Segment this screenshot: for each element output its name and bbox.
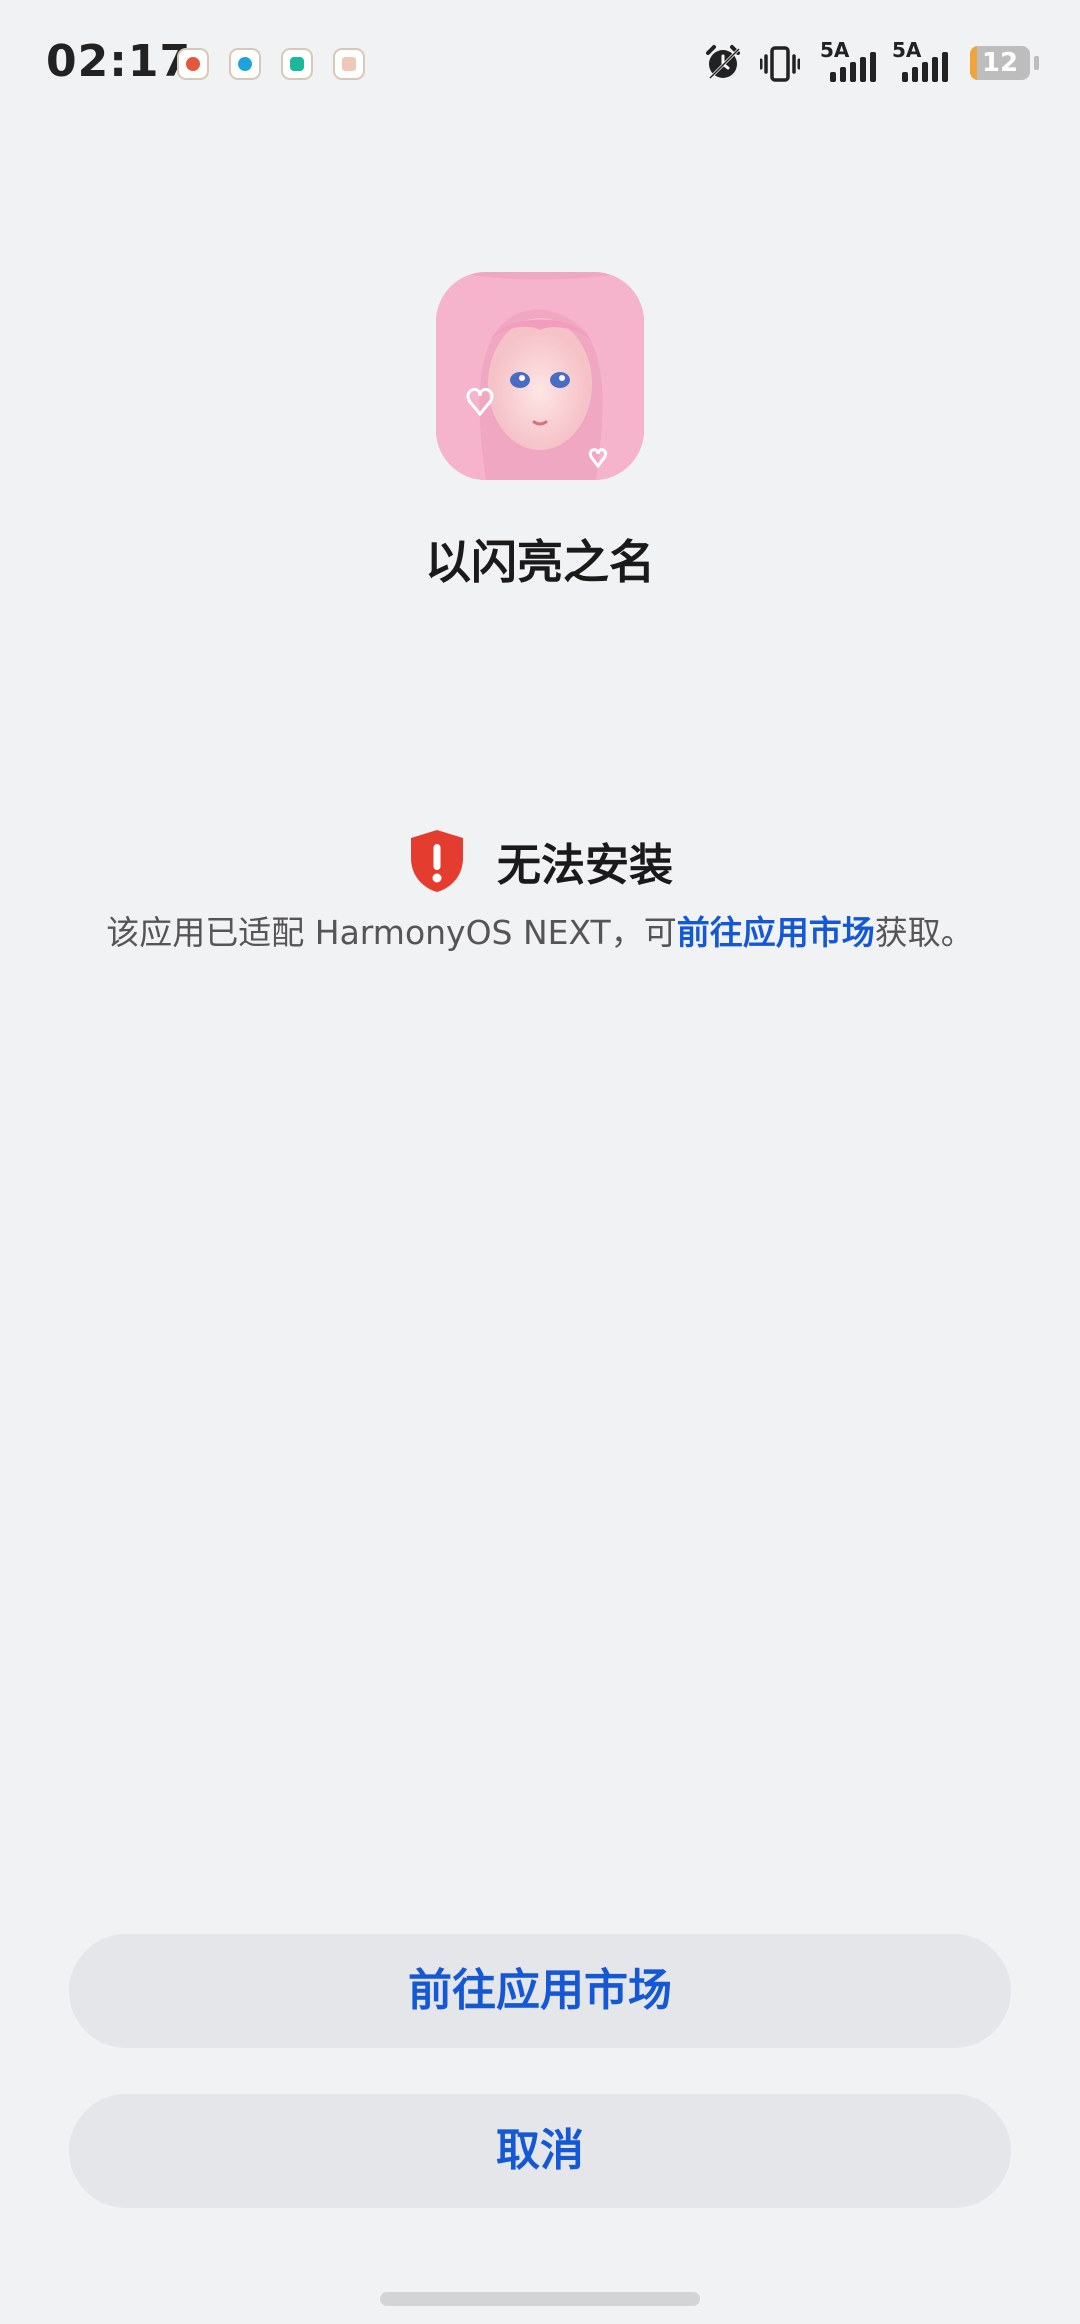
home-indicator[interactable] xyxy=(380,2292,700,2306)
warning-desc-prefix: 该应用已适配 HarmonyOS NEXT，可 xyxy=(106,913,677,952)
battery-tip xyxy=(1034,56,1039,70)
vibrate-icon xyxy=(760,46,800,82)
warning-description: 该应用已适配 HarmonyOS NEXT，可前往应用市场获取。 xyxy=(0,906,1080,954)
cancel-button[interactable]: 取消 xyxy=(69,2094,1011,2208)
app-market-link[interactable]: 前往应用市场 xyxy=(677,913,875,952)
install-blocked-screen: 02:17 5A 5A 12 以闪亮之名 无法安装 该应用已适配 Harmony… xyxy=(0,0,1080,2324)
notification-app-4-icon xyxy=(333,48,365,80)
app-icon-artwork xyxy=(436,272,644,480)
status-time: 02:17 xyxy=(46,36,192,87)
signal-strength-2: 5A xyxy=(892,38,952,86)
alarm-icon xyxy=(706,45,741,80)
battery-icon: 12 xyxy=(970,46,1030,80)
signal-bars-icon xyxy=(830,52,876,82)
battery-level: 12 xyxy=(981,48,1019,78)
notification-app-3-icon xyxy=(281,48,313,80)
warning-header: 无法安装 xyxy=(0,826,1080,896)
shield-exclamation-icon xyxy=(411,830,463,892)
status-bar: 02:17 5A 5A 12 xyxy=(0,0,1080,130)
signal-bars-icon xyxy=(902,52,948,82)
system-icons: 5A 5A 12 xyxy=(680,38,1080,90)
warning-desc-suffix: 获取。 xyxy=(874,913,974,952)
signal-strength-1: 5A xyxy=(820,38,880,86)
app-name: 以闪亮之名 xyxy=(425,535,655,589)
warning-title: 无法安装 xyxy=(497,840,673,891)
app-icon xyxy=(436,272,644,480)
notification-app-2-icon xyxy=(229,48,261,80)
go-to-app-market-button[interactable]: 前往应用市场 xyxy=(69,1934,1011,2048)
notification-app-1-icon xyxy=(177,48,209,80)
